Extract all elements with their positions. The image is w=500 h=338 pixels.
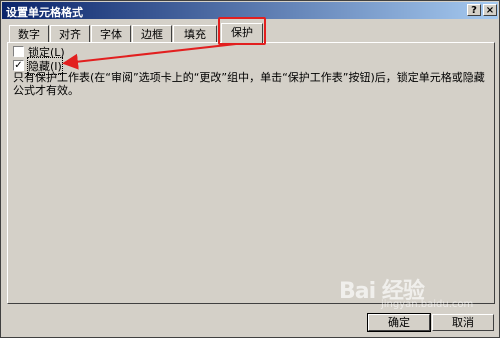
cancel-button[interactable]: 取消 bbox=[432, 314, 494, 331]
format-cells-dialog: 设置单元格格式 ? × 数字 对齐 字体 边框 填充 保护 锁定(L) ✓ 隐藏… bbox=[0, 0, 500, 338]
tab-number[interactable]: 数字 bbox=[9, 25, 49, 43]
tab-font[interactable]: 字体 bbox=[91, 25, 131, 43]
protection-tab-highlight bbox=[218, 17, 266, 45]
watermark-url: jingyan.baidu.com bbox=[381, 299, 474, 310]
window-title: 设置单元格格式 bbox=[6, 6, 83, 19]
tab-alignment[interactable]: 对齐 bbox=[50, 25, 90, 43]
hidden-checkbox[interactable]: ✓ bbox=[13, 60, 24, 71]
ok-button[interactable]: 确定 bbox=[367, 313, 431, 332]
protection-description: 只有保护工作表(在“审阅”选项卡上的“更改”组中，单击“保护工作表”按钮)后，锁… bbox=[13, 71, 485, 97]
locked-checkbox[interactable] bbox=[13, 46, 24, 57]
tab-border[interactable]: 边框 bbox=[132, 25, 172, 43]
help-icon[interactable]: ? bbox=[467, 4, 481, 16]
tab-fill[interactable]: 填充 bbox=[173, 25, 217, 43]
close-icon[interactable]: × bbox=[483, 4, 497, 16]
locked-row[interactable]: 锁定(L) bbox=[13, 45, 65, 59]
